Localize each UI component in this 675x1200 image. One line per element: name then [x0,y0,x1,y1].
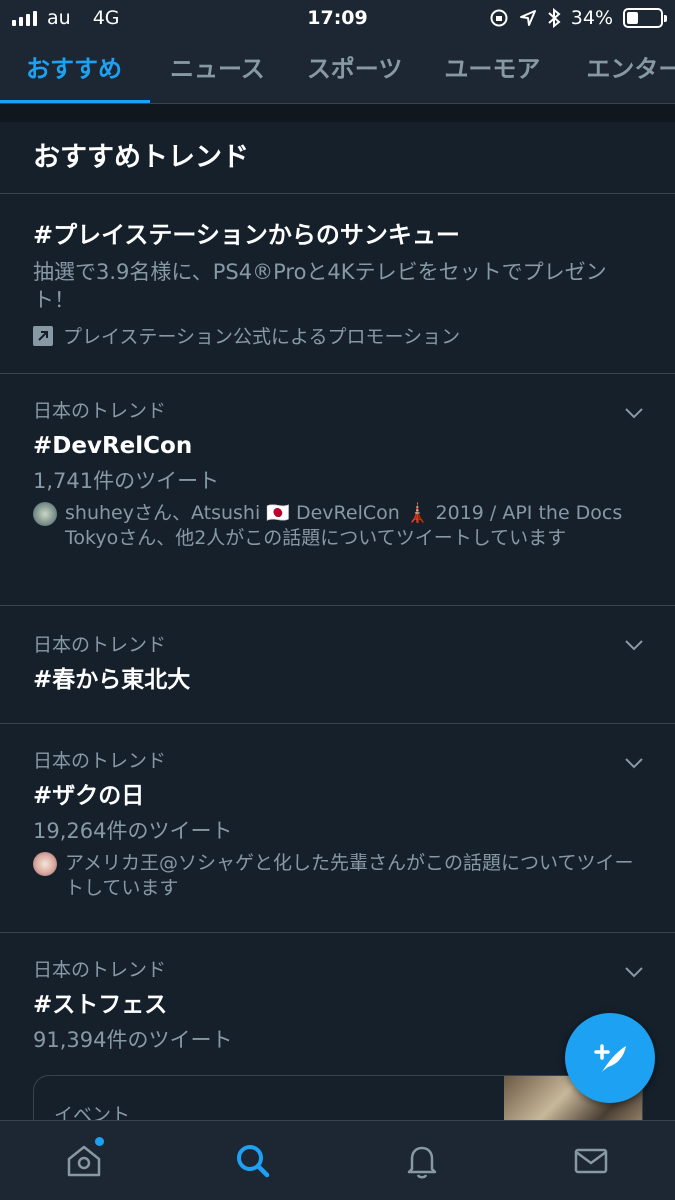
chevron-down-icon[interactable] [623,961,645,983]
trend-context: 日本のトレンド [33,959,167,981]
home-notification-dot [95,1136,105,1146]
promo-title: #プレイステーションからのサンキュー [33,221,460,249]
trend-item[interactable]: 日本のトレンド #春から東北大 [0,606,675,724]
carrier-label: au [47,7,71,29]
nav-notifications[interactable] [392,1131,452,1191]
chevron-down-icon[interactable] [623,634,645,656]
trend-name: #ストフェス [33,992,168,1018]
tab-entertainment[interactable]: エンターテ [586,36,675,103]
nav-search[interactable] [223,1131,283,1191]
avatar [33,852,57,876]
trend-people: shuheyさん、Atsushi 🇯🇵 DevRelCon 🗼 2019 / A… [33,501,642,551]
trends-list: おすすめトレンド #プレイステーションからのサンキュー 抽選で3.9名様に、PS… [0,122,675,1133]
status-bar: au 4G 17:09 34% [0,0,675,36]
battery-icon [623,8,667,28]
status-left: au 4G [12,7,120,29]
bell-icon [407,1146,437,1178]
divider-band [0,104,675,122]
compose-tweet-icon [594,1044,626,1072]
people-text: アメリカ王@ソシャゲと化した先輩さんがこの話題についてツイートしています [65,852,634,899]
promo-meta: プレイステーション公式によるプロモーション [33,322,642,349]
status-right: 34% [489,7,667,29]
signal-icon [12,10,37,26]
battery-level [627,12,638,24]
section-title: おすすめトレンド [0,122,675,194]
trend-name: #ザクの日 [33,783,145,809]
people-text: shuheyさん、Atsushi 🇯🇵 DevRelCon 🗼 2019 / A… [65,502,623,549]
battery-percent: 34% [570,7,613,29]
bluetooth-icon [548,8,561,28]
tweet-count: 1,741件のツイート [33,469,220,493]
tab-humor[interactable]: ユーモア [444,36,540,103]
trend-name: #DevRelCon [33,433,193,459]
explore-tabs: おすすめ ニュース スポーツ ユーモア エンターテ [0,36,675,104]
mail-icon [574,1148,607,1173]
trend-name: #春から東北大 [33,667,191,693]
nav-home[interactable] [54,1131,114,1191]
promoted-by: プレイステーション公式によるプロモーション [63,326,461,348]
promoted-trend[interactable]: #プレイステーションからのサンキュー 抽選で3.9名様に、PS4®Proと4Kテ… [0,194,675,374]
chevron-down-icon[interactable] [623,752,645,774]
trend-item[interactable]: 日本のトレンド #ザクの日 19,264件のツイート アメリカ王@ソシャゲと化し… [0,724,675,933]
promoted-icon [33,325,53,346]
tab-news[interactable]: ニュース [170,36,265,103]
trend-context: 日本のトレンド [33,634,167,656]
trend-context: 日本のトレンド [33,400,167,422]
chevron-down-icon[interactable] [623,402,645,424]
bottom-nav [0,1120,675,1200]
rotation-lock-icon [490,9,508,27]
search-icon [237,1144,270,1177]
tweet-count: 19,264件のツイート [33,819,233,843]
location-icon [519,10,536,26]
home-icon [68,1145,101,1176]
trend-item[interactable]: 日本のトレンド #DevRelCon 1,741件のツイート shuheyさん、… [0,374,675,606]
promo-description: 抽選で3.9名様に、PS4®Proと4Kテレビをセットでプレゼント！ [33,260,607,312]
avatar [33,502,57,526]
network-label: 4G [92,7,120,29]
tab-osusume[interactable]: おすすめ [0,36,150,103]
nav-messages[interactable] [561,1131,621,1191]
tweet-count: 91,394件のツイート [33,1028,233,1052]
trend-context: 日本のトレンド [33,750,167,772]
compose-tweet-button[interactable] [565,1013,655,1103]
trend-people: アメリカ王@ソシャゲと化した先輩さんがこの話題についてツイートしています [33,851,642,901]
tab-sports[interactable]: スポーツ [307,36,403,103]
